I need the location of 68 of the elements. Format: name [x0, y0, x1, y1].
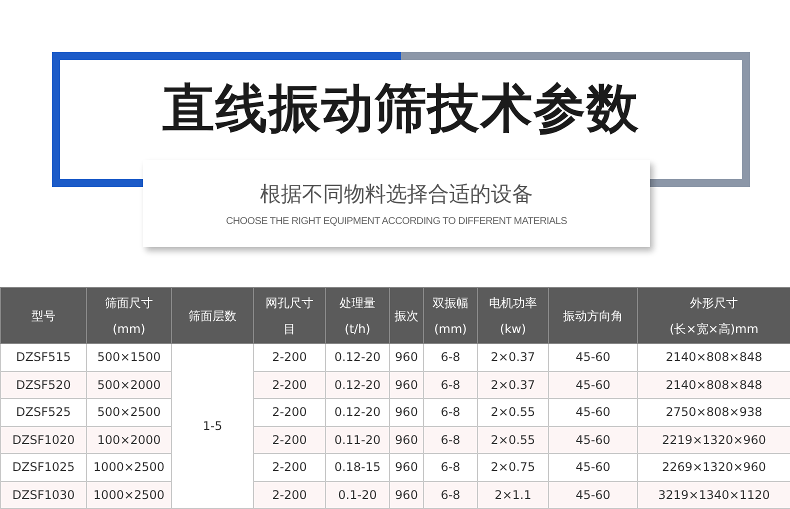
table-cell: 960: [390, 398, 424, 426]
table-cell: 960: [390, 454, 424, 481]
table-cell: 960: [390, 426, 424, 454]
table-cell: 2×0.55: [478, 426, 548, 454]
table-cell: 2×0.75: [478, 454, 548, 481]
table-cell: 45-60: [548, 371, 638, 398]
page-title: 直线振动筛技术参数: [162, 78, 640, 141]
table-cell: 100×2000: [86, 426, 172, 454]
table-cell: 6-8: [424, 481, 478, 508]
table-cell: 1000×2500: [86, 481, 172, 508]
table-cell: 6-8: [424, 371, 478, 398]
table-cell: 2140×808×848: [638, 344, 790, 371]
subtitle: 根据不同物料选择合适的设备: [260, 181, 533, 208]
table-cell: DZSF1025: [0, 454, 86, 481]
table-cell: 2-200: [254, 371, 326, 398]
column-header: 筛面尺寸 (mm): [86, 288, 172, 344]
table-cell: 2750×808×938: [638, 398, 790, 426]
table-cell: 2-200: [254, 344, 326, 371]
table-cell: 2269×1320×960: [638, 454, 790, 481]
table-cell: 45-60: [548, 481, 638, 508]
table-cell: 2219×1320×960: [638, 426, 790, 454]
table-cell: 2×1.1: [478, 481, 548, 508]
table-cell: 2140×808×848: [638, 371, 790, 398]
table-cell: 2×0.55: [478, 398, 548, 426]
table-cell: 960: [390, 481, 424, 508]
table-cell: 6-8: [424, 426, 478, 454]
subtitle-english: CHOOSE THE RIGHT EQUIPMENT ACCORDING TO DIFFERENT MATERIALS: [226, 216, 568, 227]
table-cell: 960: [390, 371, 424, 398]
table-cell: 2×0.37: [478, 371, 548, 398]
table-cell: 6-8: [424, 398, 478, 426]
table-cell: 45-60: [548, 398, 638, 426]
table-cell: 45-60: [548, 454, 638, 481]
column-header: 振次: [390, 288, 424, 344]
table-cell: 2×0.37: [478, 344, 548, 371]
table-cell: DZSF1030: [0, 481, 86, 508]
table-cell: 1000×2500: [86, 454, 172, 481]
table-cell: 0.18-15: [326, 454, 390, 481]
table-cell: 500×2000: [86, 371, 172, 398]
table-cell: 2-200: [254, 454, 326, 481]
table-cell: DZSF1020: [0, 426, 86, 454]
table-cell: 500×2500: [86, 398, 172, 426]
column-header: 型号: [0, 288, 86, 344]
table-cell: 6-8: [424, 344, 478, 371]
column-header: 振动方向角: [548, 288, 638, 344]
table-cell: 6-8: [424, 454, 478, 481]
table-cell: 2-200: [254, 398, 326, 426]
table-cell: 1-5: [172, 344, 254, 508]
table-cell: DZSF525: [0, 398, 86, 426]
table-cell: 0.1-20: [326, 481, 390, 508]
column-header: 网孔尺寸 目: [254, 288, 326, 344]
table-cell: 45-60: [548, 426, 638, 454]
column-header: 处理量 (t/h): [326, 288, 390, 344]
table-cell: DZSF520: [0, 371, 86, 398]
table-cell: 2-200: [254, 481, 326, 508]
table-cell: 960: [390, 344, 424, 371]
table-cell: 45-60: [548, 344, 638, 371]
table-cell: 3219×1340×1120: [638, 481, 790, 508]
table-cell: 0.11-20: [326, 426, 390, 454]
table-cell: 500×1500: [86, 344, 172, 371]
table-cell: 0.12-20: [326, 344, 390, 371]
table-cell: DZSF515: [0, 344, 86, 371]
table-cell: 0.12-20: [326, 398, 390, 426]
table-cell: 0.12-20: [326, 371, 390, 398]
column-header: 筛面层数: [172, 288, 254, 344]
table-cell: 2-200: [254, 426, 326, 454]
column-header: 外形尺寸 (长×宽×高)mm: [638, 288, 790, 344]
column-header: 电机功率 (kw): [478, 288, 548, 344]
column-header: 双振幅 (mm): [424, 288, 478, 344]
